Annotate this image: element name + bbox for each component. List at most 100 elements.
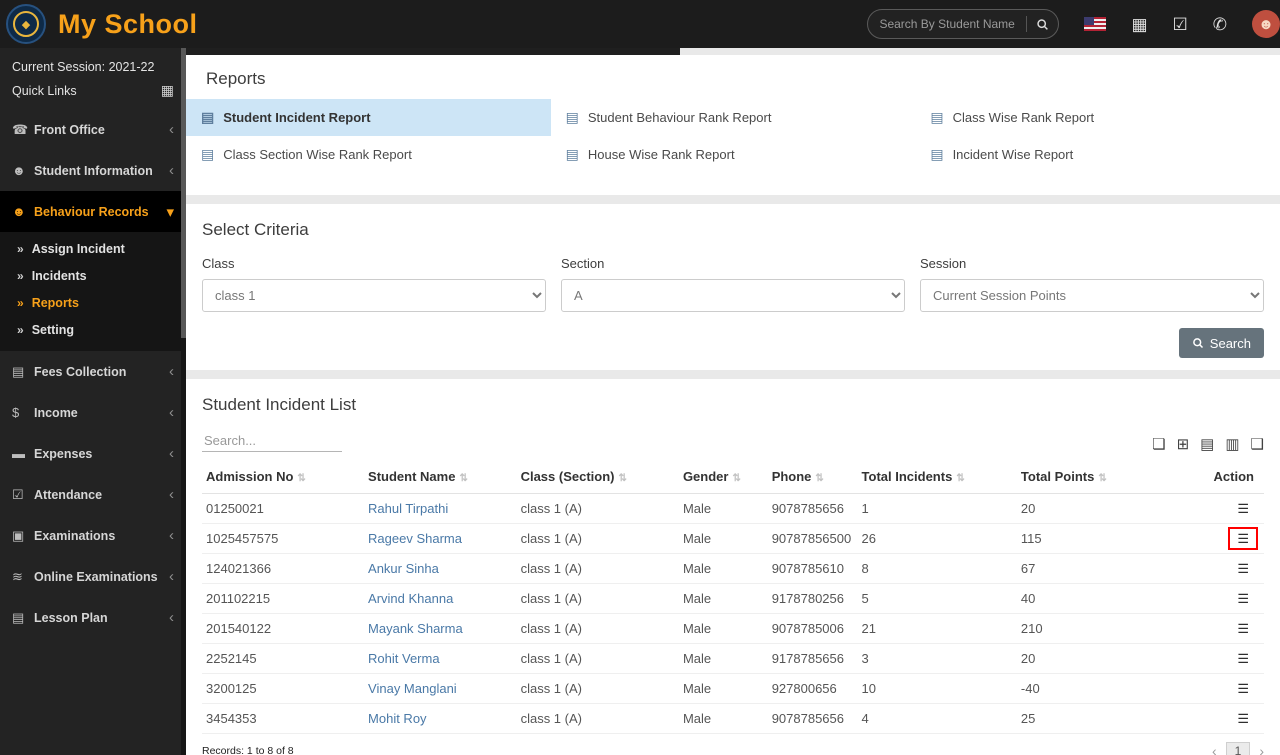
student-name-link[interactable]: Mayank Sharma [368, 621, 463, 636]
student-name-link[interactable]: Ankur Sinha [368, 561, 439, 576]
cell-gender: Male [678, 643, 768, 674]
document-icon: ▤ [930, 109, 944, 125]
pdf-icon[interactable]: ▥ [1225, 437, 1239, 452]
avatar-icon[interactable]: ☻ [1252, 10, 1280, 38]
list-toolbar: ❏ ⊞ ▤ ▥ ❑ [202, 430, 1264, 452]
report-link-student-behaviour-rank-report[interactable]: ▤ Student Behaviour Rank Report [551, 99, 916, 136]
task-icon[interactable]: ☑ [1173, 16, 1188, 33]
app-title[interactable]: My School [58, 9, 198, 40]
sidebar-item-student-information[interactable]: ☻ Student Information ‹ [0, 150, 186, 191]
search-icon[interactable] [1027, 18, 1058, 31]
sidebar-item-attendance[interactable]: ☑ Attendance ‹ [0, 474, 186, 515]
sidebar-item-online-examinations[interactable]: ≋ Online Examinations ‹ [0, 556, 186, 597]
row-action-menu-icon[interactable]: ☰ [1232, 501, 1254, 516]
row-action-menu-icon[interactable]: ☰ [1232, 681, 1254, 696]
table-row: 1025457575 Rageev Sharma class 1 (A) Male 90… [202, 523, 1264, 554]
student-name-link[interactable]: Rageev Sharma [368, 531, 462, 546]
report-link-student-incident-report[interactable]: ▤ Student Incident Report [186, 99, 551, 136]
sidebar-item-lesson-plan[interactable]: ▤ Lesson Plan ‹ [0, 597, 186, 638]
column-label: Action [1213, 469, 1254, 484]
current-session-label: Current Session: 2021-22 [12, 60, 155, 74]
excel-icon[interactable]: ⊞ [1177, 437, 1190, 452]
table-search-input[interactable] [202, 430, 342, 452]
print-icon[interactable]: ❑ [1251, 437, 1264, 452]
pagination-next[interactable]: › [1259, 743, 1264, 755]
cell-class-section: class 1 (A) [516, 523, 679, 554]
session-select[interactable]: Current Session Points [920, 279, 1264, 312]
sidebar-subitem-setting[interactable]: » Setting [0, 316, 186, 343]
report-link-label: Class Wise Rank Report [952, 110, 1095, 125]
pagination: ‹ 1 › [1212, 742, 1264, 755]
sidebar-item-income[interactable]: $ Income ‹ [0, 392, 186, 433]
csv-icon[interactable]: ▤ [1200, 437, 1214, 452]
table-row: 01250021 Rahul Tirpathi class 1 (A) Male 907… [202, 493, 1264, 524]
main-content: Reports ▤ Student Incident Report ▤ Student… [186, 48, 1280, 755]
student-name-link[interactable]: Arvind Khanna [368, 591, 453, 606]
class-select[interactable]: class 1 [202, 279, 546, 312]
sidebar-item-label: Attendance [34, 487, 103, 502]
sidebar-subitem-assign-incident[interactable]: » Assign Incident [0, 235, 186, 262]
row-action-menu-icon[interactable]: ☰ [1232, 651, 1254, 666]
copy-icon[interactable]: ❏ [1152, 437, 1165, 452]
sidebar-subitem-incidents[interactable]: » Incidents [0, 262, 186, 289]
row-action-menu-icon[interactable]: ☰ [1232, 711, 1254, 726]
search-button[interactable]: Search [1178, 328, 1264, 358]
student-name-link[interactable]: Vinay Manglani [368, 681, 457, 696]
column-header-total-points[interactable]: Total Points ⇅ [1016, 460, 1210, 494]
cell-class-section: class 1 (A) [516, 553, 679, 584]
sidebar-subitem-reports[interactable]: » Reports [0, 289, 186, 316]
quick-links[interactable]: Quick Links ▦ [0, 76, 186, 109]
column-label: Phone [771, 469, 812, 484]
column-label: Admission No [206, 469, 294, 484]
grid-icon[interactable]: ▦ [161, 82, 174, 99]
row-action-menu-icon[interactable]: ☰ [1232, 591, 1254, 606]
sidebar-item-label: Income [34, 405, 78, 420]
section-select[interactable]: A [561, 279, 905, 312]
cell-student-name: Mohit Roy [364, 703, 517, 734]
row-action-menu-icon[interactable]: ☰ [1228, 527, 1258, 550]
column-header-action: Action [1209, 460, 1264, 494]
reports-panel: Reports ▤ Student Incident Report ▤ Student… [186, 55, 1280, 195]
report-link-label: Incident Wise Report [952, 147, 1074, 162]
cell-phone: 9078785656 [767, 493, 858, 524]
student-name-link[interactable]: Mohit Roy [368, 711, 427, 726]
sidebar-item-expenses[interactable]: ▬ Expenses ‹ [0, 433, 186, 474]
report-link-class-wise-rank-report[interactable]: ▤ Class Wise Rank Report [915, 99, 1280, 136]
student-search-input[interactable] [868, 17, 1027, 31]
column-header-gender[interactable]: Gender ⇅ [678, 460, 768, 494]
chat-icon[interactable]: ✆ [1213, 16, 1227, 33]
cell-phone: 9178785656 [767, 643, 858, 674]
cell-student-name: Mayank Sharma [364, 613, 517, 644]
calendar-icon[interactable]: ▦ [1131, 16, 1147, 33]
column-header-student-name[interactable]: Student Name ⇅ [364, 460, 517, 494]
topbar: ◆ My School ▦ ☑ ✆ ☻ [0, 0, 1280, 48]
submenu-behaviour-records: » Assign Incident » Incidents » Reports » Setti… [0, 232, 186, 351]
sidebar-scrollbar-thumb[interactable] [181, 48, 186, 338]
sidebar-item-front-office[interactable]: ☎ Front Office ‹ [0, 109, 186, 150]
export-toolbar: ❏ ⊞ ▤ ▥ ❑ [1152, 437, 1264, 452]
cell-phone: 927800656 [767, 673, 858, 704]
row-action-menu-icon[interactable]: ☰ [1232, 561, 1254, 576]
sidebar-scrollbar-track[interactable] [181, 48, 186, 755]
sidebar-item-examinations[interactable]: ▣ Examinations ‹ [0, 515, 186, 556]
chevron-left-icon: ‹ [169, 445, 174, 462]
pagination-prev[interactable]: ‹ [1212, 743, 1217, 755]
student-name-link[interactable]: Rohit Verma [368, 651, 440, 666]
column-header-phone[interactable]: Phone ⇅ [767, 460, 858, 494]
column-header-total-incidents[interactable]: Total Incidents ⇅ [857, 460, 1017, 494]
cell-phone: 90787856500 [767, 523, 858, 554]
column-header-class-section[interactable]: Class (Section) ⇅ [516, 460, 679, 494]
table-body: 01250021 Rahul Tirpathi class 1 (A) Male 907… [202, 493, 1264, 734]
pagination-current[interactable]: 1 [1225, 742, 1251, 755]
sidebar-item-behaviour-records[interactable]: ☻ Behaviour Records ▾ [0, 191, 186, 232]
school-logo[interactable]: ◆ [6, 4, 46, 44]
sidebar-item-fees-collection[interactable]: ▤ Fees Collection ‹ [0, 351, 186, 392]
report-link-house-wise-rank-report[interactable]: ▤ House Wise Rank Report [551, 136, 916, 173]
report-link-incident-wise-report[interactable]: ▤ Incident Wise Report [915, 136, 1280, 173]
column-header-admission-no[interactable]: Admission No ⇅ [202, 460, 365, 494]
flag-icon[interactable] [1084, 17, 1107, 31]
row-action-menu-icon[interactable]: ☰ [1232, 621, 1254, 636]
student-name-link[interactable]: Rahul Tirpathi [368, 501, 448, 516]
report-link-class-section-wise-rank-report[interactable]: ▤ Class Section Wise Rank Report [186, 136, 551, 173]
cell-total-incidents: 26 [857, 523, 1017, 554]
